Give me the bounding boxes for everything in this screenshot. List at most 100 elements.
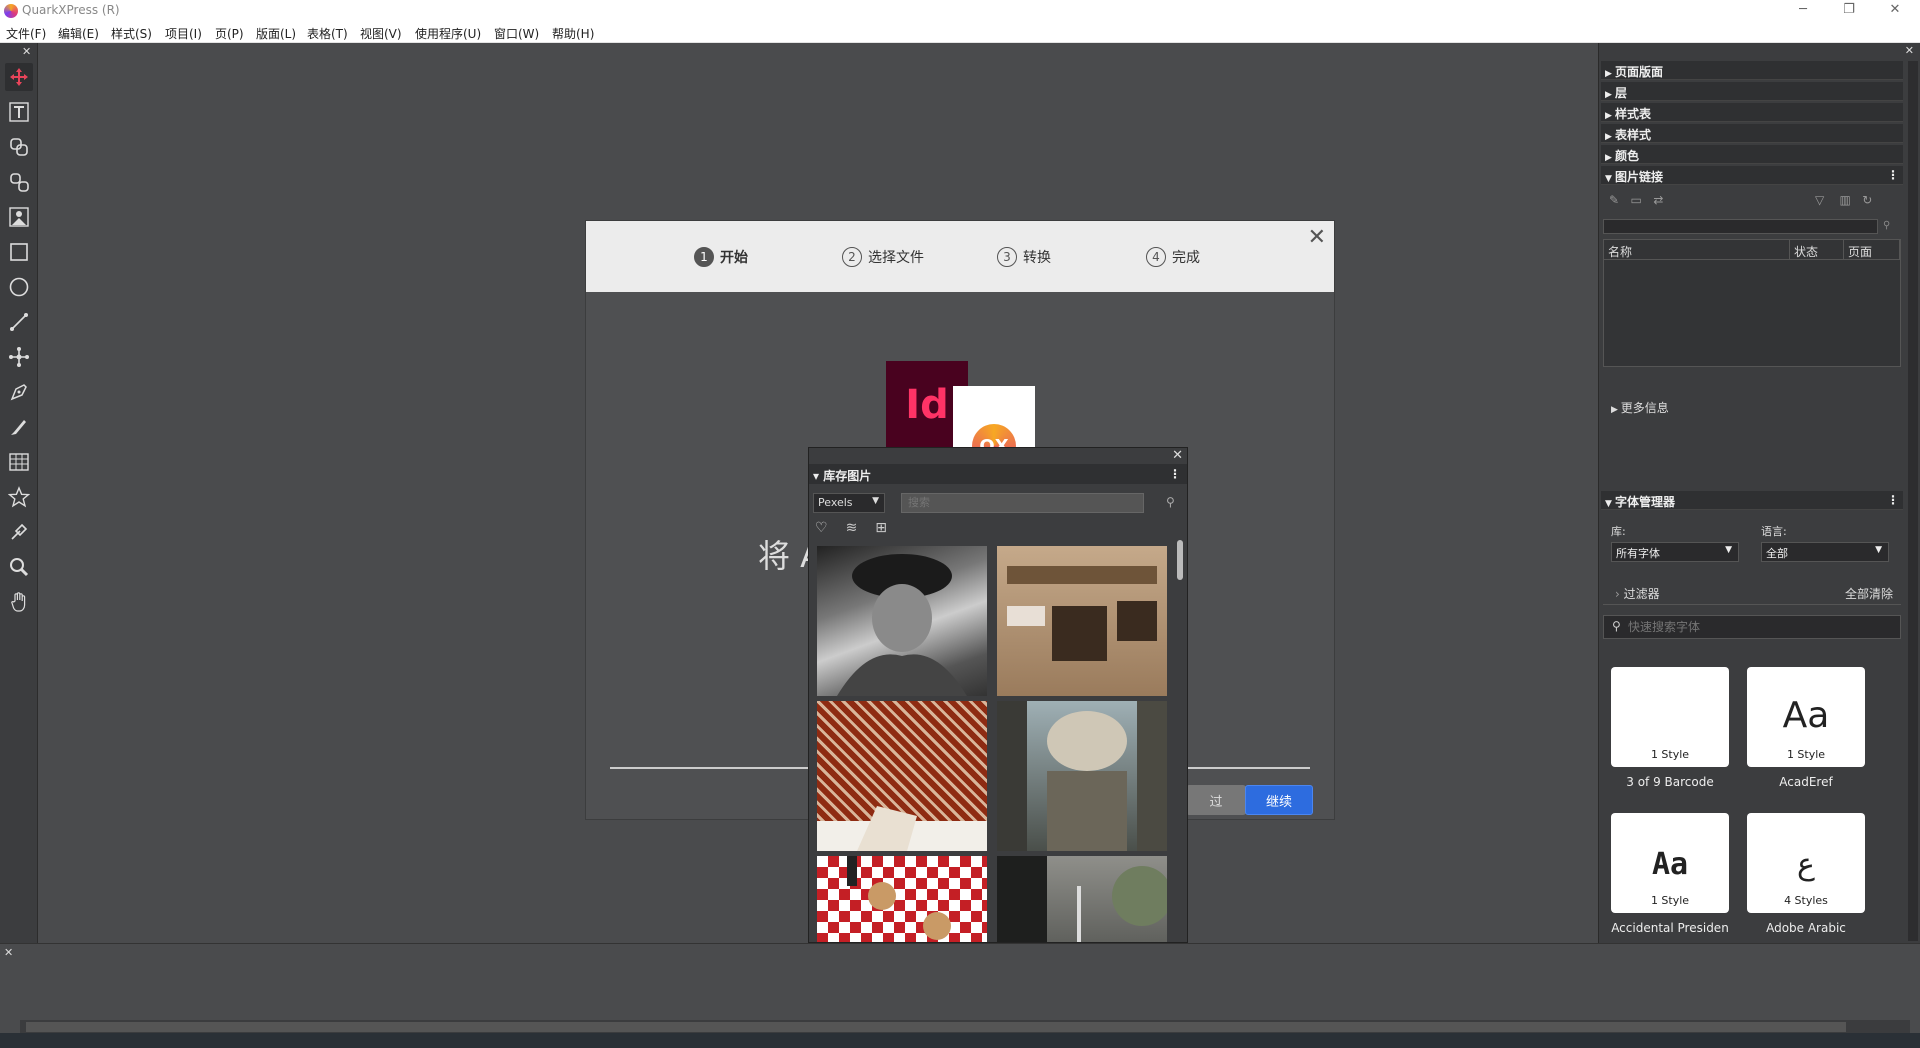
stock-thumbnail[interactable]	[997, 701, 1167, 851]
window-title: QuarkXPress (R)	[22, 3, 120, 17]
wizard-close-icon[interactable]: ✕	[1308, 227, 1326, 249]
stock-close-icon[interactable]: ✕	[1172, 448, 1183, 463]
toolbox: ✕	[0, 43, 38, 943]
filters-toggle[interactable]: › 过滤器	[1615, 585, 1660, 602]
font-name: Adobe Arabic	[1766, 921, 1846, 935]
filter-icon[interactable]: ▽	[1815, 193, 1824, 207]
menu-bar: 文件(F) 编辑(E) 样式(S) 项目(I) 页(P) 版面(L) 表格(T)…	[0, 22, 1920, 43]
stock-source-select[interactable]: Pexels ▼	[813, 493, 885, 513]
oval-box-tool-icon[interactable]	[5, 273, 33, 301]
section-picture-links[interactable]: ▼ 图片链接 ⋮	[1601, 166, 1903, 185]
library-select[interactable]: 所有字体 ▼	[1611, 542, 1739, 562]
section-layers[interactable]: ▶ 层	[1601, 82, 1903, 101]
column-name[interactable]: 名称	[1604, 240, 1790, 260]
menu-view[interactable]: 视图(V)	[360, 25, 402, 42]
stock-thumbnail[interactable]	[997, 546, 1167, 696]
menu-style[interactable]: 样式(S)	[111, 25, 152, 42]
eyedropper-tool-icon[interactable]	[5, 518, 33, 546]
section-colors[interactable]: ▶ 颜色	[1601, 145, 1903, 164]
continue-button[interactable]: 继续	[1245, 785, 1313, 815]
section-page-layout[interactable]: ▶ 页面版面	[1601, 61, 1903, 80]
columns-icon[interactable]: ▥	[1840, 193, 1851, 207]
picture-content-tool-icon[interactable]	[5, 203, 33, 231]
skip-button[interactable]: 过	[1186, 785, 1246, 815]
search-icon[interactable]: ⚲	[1166, 495, 1175, 509]
right-palette-dock: ✕ ▶ 页面版面 ▶ 层 ▶ 样式表 ▶ 表样式 ▶ 颜色 ▼ 图片链接 ⋮ ✎ ▭ ⇄ ▽…	[1598, 43, 1920, 943]
text-content-tool-icon[interactable]	[5, 98, 33, 126]
stock-thumbnail[interactable]	[817, 701, 987, 851]
table-tool-icon[interactable]	[5, 448, 33, 476]
picture-links-toolbar: ✎ ▭ ⇄ ▽ ▥ ↻	[1609, 193, 1872, 207]
more-info-toggle[interactable]: ▶ 更多信息	[1611, 399, 1669, 416]
menu-item[interactable]: 项目(I)	[165, 25, 202, 42]
dock-close-icon[interactable]: ✕	[1905, 44, 1914, 57]
freehand-tool-icon[interactable]	[5, 413, 33, 441]
column-page[interactable]: 页面	[1844, 240, 1900, 260]
menu-page[interactable]: 页(P)	[215, 25, 244, 42]
picture-links-search-input[interactable]	[1603, 219, 1878, 234]
menu-layout[interactable]: 版面(L)	[256, 25, 296, 42]
bottom-close-icon[interactable]: ✕	[4, 946, 13, 959]
font-card[interactable]: Aa 1 Style	[1747, 667, 1865, 767]
refresh-icon[interactable]: ↻	[1862, 193, 1872, 207]
star-tool-icon[interactable]	[5, 483, 33, 511]
font-manager-menu-icon[interactable]: ⋮	[1887, 493, 1899, 507]
section-table-styles[interactable]: ▶ 表样式	[1601, 124, 1903, 143]
favorites-icon[interactable]: ♡	[815, 520, 828, 536]
stock-thumbnail[interactable]	[997, 856, 1172, 942]
bottom-panel: ✕	[0, 943, 1920, 1034]
picture-links-table: 名称 状态 页面	[1603, 239, 1901, 367]
close-button[interactable]: ✕	[1872, 0, 1918, 22]
text-linking-tool-icon[interactable]	[5, 133, 33, 161]
stock-menu-icon[interactable]: ⋮	[1169, 467, 1181, 481]
font-name: AcadEref	[1779, 775, 1833, 789]
scrollbar-thumb[interactable]	[26, 1022, 1846, 1032]
chevron-down-icon: ▼	[1725, 545, 1732, 555]
layers-icon[interactable]: ≋	[846, 520, 858, 536]
bezier-pen-tool-icon[interactable]	[5, 378, 33, 406]
font-search-field[interactable]: ⚲	[1603, 615, 1901, 639]
bezier-tool-icon[interactable]	[5, 343, 33, 371]
font-card[interactable]: Aa 1 Style	[1611, 813, 1729, 913]
stock-thumbnail[interactable]	[817, 856, 987, 942]
stock-search-input[interactable]	[901, 493, 1144, 513]
restore-button[interactable]: ❐	[1826, 0, 1872, 22]
stock-thumbnail[interactable]	[817, 546, 987, 696]
add-folder-icon[interactable]: ⊞	[875, 520, 887, 536]
menu-table[interactable]: 表格(T)	[307, 25, 348, 42]
section-style-sheets[interactable]: ▶ 样式表	[1601, 103, 1903, 122]
menu-window[interactable]: 窗口(W)	[494, 25, 539, 42]
stock-collapse-icon[interactable]: ▾	[813, 469, 819, 483]
text-unlinking-tool-icon[interactable]	[5, 168, 33, 196]
edit-icon[interactable]: ✎	[1609, 193, 1619, 207]
pan-tool-icon[interactable]	[5, 588, 33, 616]
menu-help[interactable]: 帮助(H)	[552, 25, 594, 42]
column-status[interactable]: 状态	[1790, 240, 1844, 260]
line-tool-icon[interactable]	[5, 308, 33, 336]
search-icon: ⚲	[1612, 619, 1621, 633]
open-folder-icon[interactable]: ▭	[1631, 193, 1642, 207]
step-start: 1 开始	[694, 247, 748, 267]
font-card[interactable]: 1 Style	[1611, 667, 1729, 767]
rectangle-box-tool-icon[interactable]	[5, 238, 33, 266]
stock-scrollbar[interactable]	[1177, 540, 1183, 580]
clear-all-link[interactable]: 全部清除	[1845, 585, 1893, 602]
language-select[interactable]: 全部 ▼	[1761, 542, 1889, 562]
status-bar	[0, 1033, 1920, 1048]
font-search-input[interactable]	[1628, 618, 1888, 636]
toolbox-close-icon[interactable]: ✕	[22, 45, 31, 58]
dock-scrollbar[interactable]	[1908, 61, 1918, 941]
quarkxpress-logo: QX	[953, 386, 1035, 456]
picture-links-menu-icon[interactable]: ⋮	[1887, 168, 1899, 182]
menu-utilities[interactable]: 使用程序(U)	[415, 25, 481, 42]
section-font-manager[interactable]: ▼ 字体管理器 ⋮	[1601, 491, 1903, 510]
zoom-tool-icon[interactable]	[5, 553, 33, 581]
minimize-button[interactable]: ─	[1780, 0, 1826, 22]
menu-edit[interactable]: 编辑(E)	[58, 25, 99, 42]
item-tool-icon[interactable]	[5, 63, 33, 91]
horizontal-scrollbar[interactable]	[20, 1020, 1910, 1034]
search-icon[interactable]: ⚲	[1883, 220, 1890, 231]
relink-icon[interactable]: ⇄	[1653, 193, 1663, 207]
font-card[interactable]: ع 4 Styles	[1747, 813, 1865, 913]
menu-file[interactable]: 文件(F)	[6, 25, 46, 42]
